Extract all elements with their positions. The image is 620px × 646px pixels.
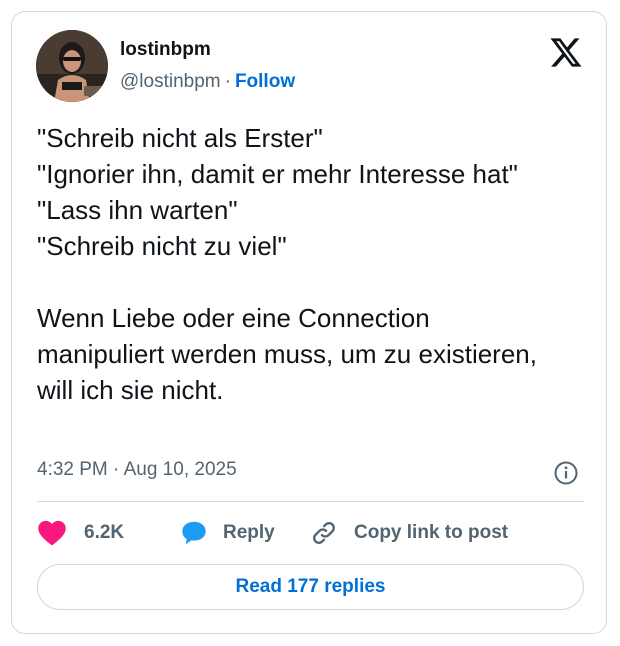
tweet-card: lostinbpm @lostinbpm · Follow "Schreib nic… bbox=[11, 11, 607, 634]
link-icon bbox=[313, 522, 335, 544]
copy-link-label: Copy link to post bbox=[354, 522, 509, 543]
like-button[interactable]: 6.2K bbox=[37, 517, 124, 549]
copy-link-button[interactable]: Copy link to post bbox=[310, 517, 508, 549]
speech-bubble-icon bbox=[182, 521, 206, 545]
follow-button[interactable]: Follow bbox=[235, 71, 295, 92]
reply-button[interactable]: Reply bbox=[179, 517, 275, 549]
avatar-image bbox=[36, 30, 108, 102]
like-count: 6.2K bbox=[84, 522, 125, 543]
divider bbox=[37, 501, 584, 502]
action-bar: 6.2K Reply Copy link to post bbox=[37, 517, 584, 549]
x-logo-icon[interactable] bbox=[549, 37, 583, 68]
read-replies-button[interactable]: Read 177 replies bbox=[37, 564, 584, 610]
author-name[interactable]: lostinbpm bbox=[120, 39, 211, 61]
reply-label: Reply bbox=[223, 522, 275, 543]
avatar[interactable] bbox=[36, 30, 108, 102]
info-icon[interactable] bbox=[553, 460, 579, 486]
author-handle-row: @lostinbpm · Follow bbox=[120, 71, 295, 93]
tweet-text: "Schreib nicht als Erster" "Ignorier ihn… bbox=[37, 123, 537, 405]
separator: · bbox=[224, 71, 231, 92]
heart-icon bbox=[38, 520, 66, 546]
author-handle[interactable]: @lostinbpm bbox=[120, 71, 221, 92]
timestamp[interactable]: 4:32 PM · Aug 10, 2025 bbox=[37, 459, 237, 481]
